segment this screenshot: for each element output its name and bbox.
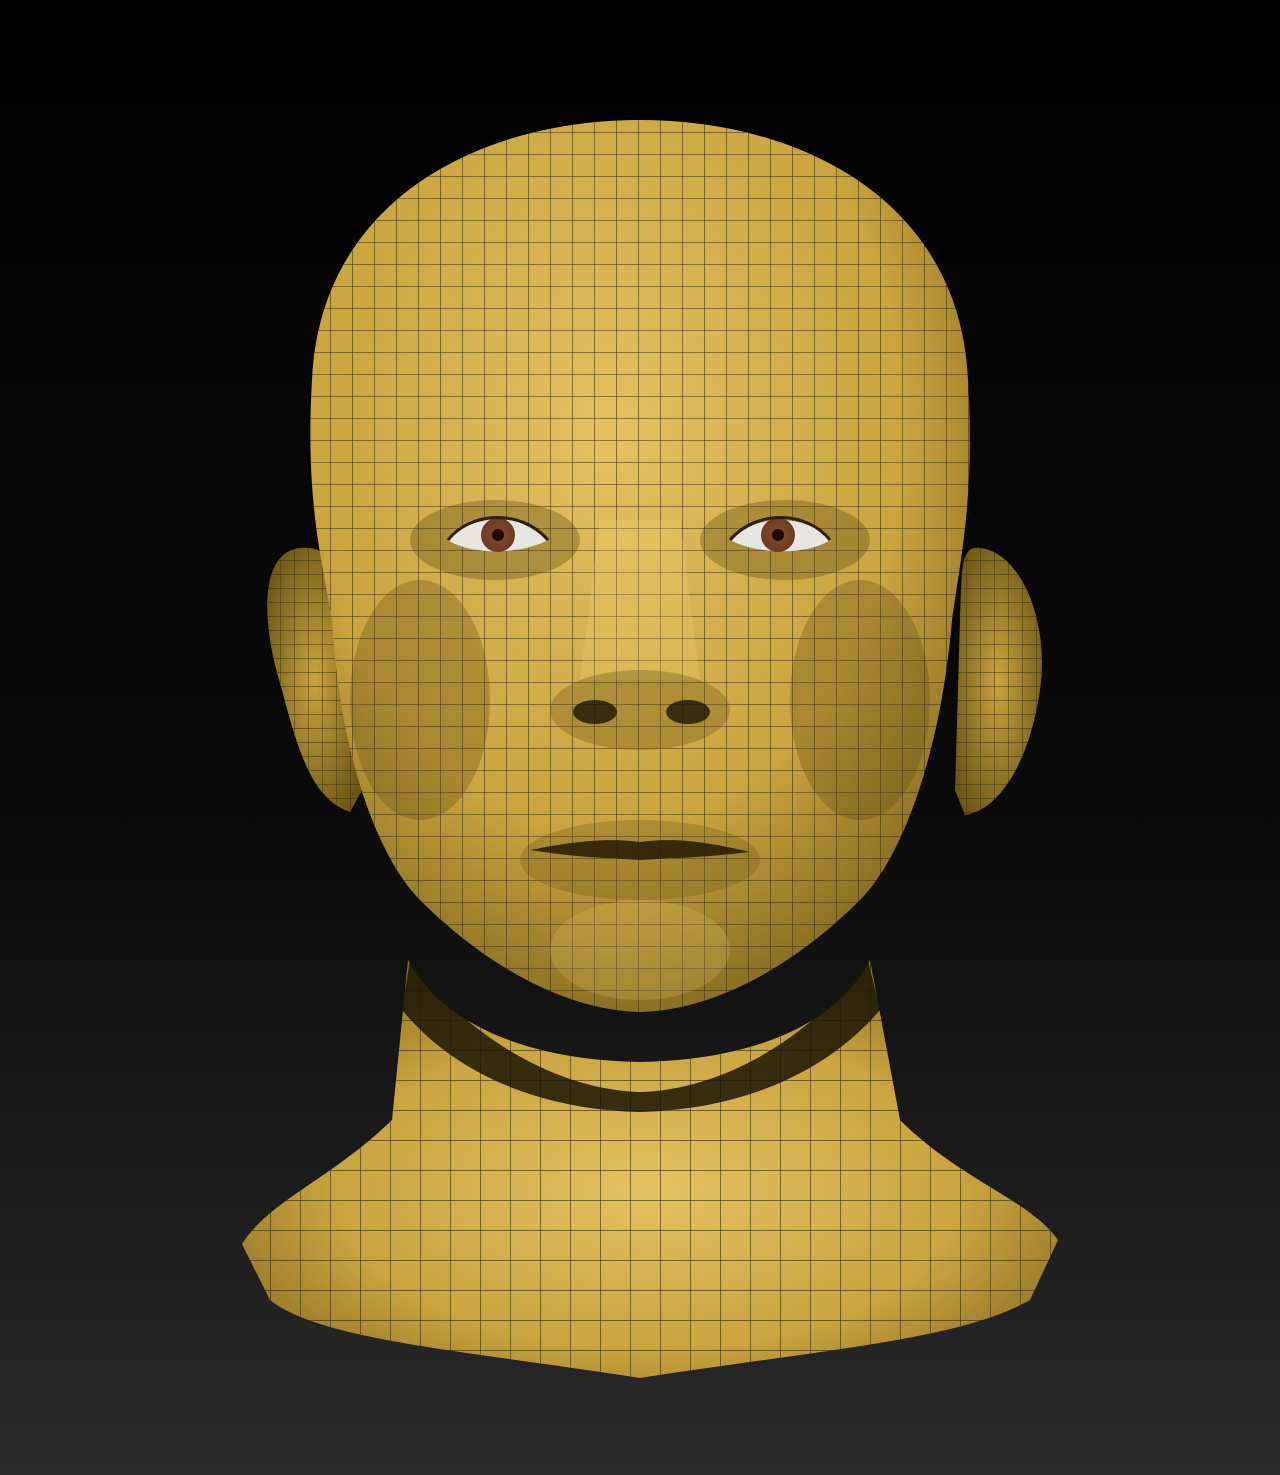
head-render xyxy=(0,0,1280,1475)
left-nostril xyxy=(573,700,617,724)
render-viewport xyxy=(0,0,1280,1475)
right-pupil xyxy=(772,529,784,541)
right-nostril xyxy=(666,700,710,724)
chin xyxy=(550,900,730,1000)
right-cheek-shade xyxy=(790,580,930,820)
left-cheek-shade xyxy=(350,580,490,820)
nose-bridge xyxy=(580,520,700,680)
left-pupil xyxy=(492,529,504,541)
